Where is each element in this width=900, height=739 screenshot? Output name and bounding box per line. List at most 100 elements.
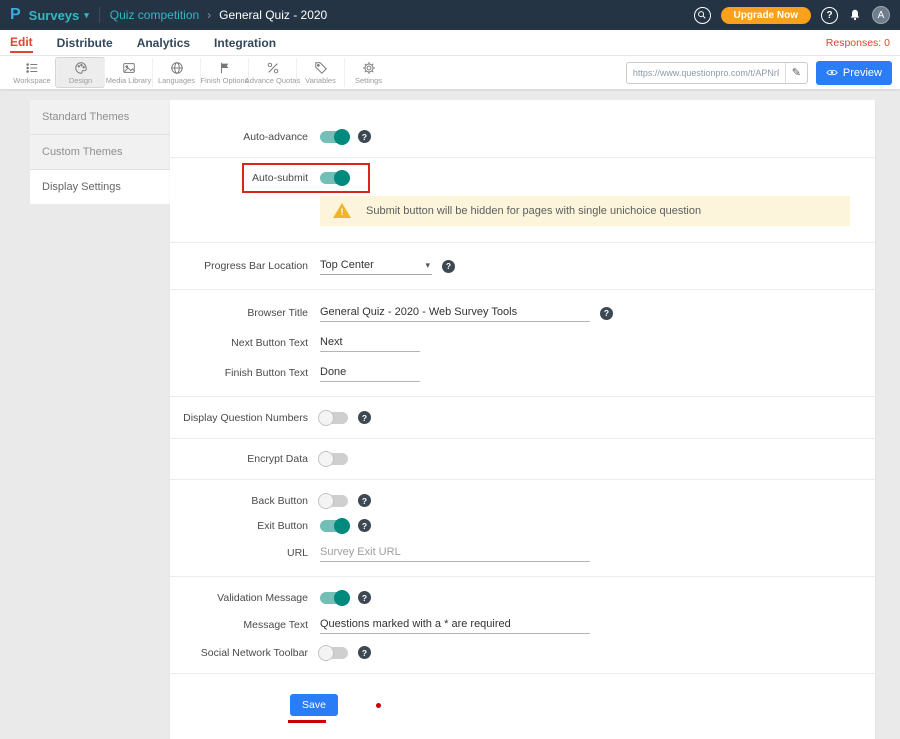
message-text-input[interactable] [320, 616, 590, 634]
toggle-knob [334, 518, 350, 534]
section-progress-bar: Progress Bar Location Top Center ▾ ? [170, 243, 875, 290]
breadcrumb-parent[interactable]: Quiz competition [110, 8, 199, 22]
exit-button-row: Exit Button ? [170, 513, 875, 538]
finish-flag-icon [218, 61, 232, 75]
back-button-toggle[interactable] [320, 495, 348, 507]
annotation-red-underline [288, 720, 326, 723]
settings-gear-icon [362, 61, 376, 75]
toolbar-label: Variables [305, 76, 336, 85]
section-auto-submit: Auto-submit ! Submit button will be hidd… [170, 158, 875, 243]
toolbar-languages[interactable]: Languages [152, 58, 200, 87]
languages-globe-icon [170, 61, 184, 75]
help-icon[interactable]: ? [358, 591, 371, 604]
help-icon[interactable]: ? [600, 307, 613, 320]
toolbar-finish-options[interactable]: Finish Options [200, 58, 248, 87]
social-toolbar-toggle[interactable] [320, 647, 348, 659]
responses-count: Responses: 0 [826, 37, 890, 49]
nav-tab-analytics[interactable]: Analytics [137, 33, 190, 52]
auto-submit-warning-banner: ! Submit button will be hidden for pages… [320, 196, 850, 226]
questionpro-logo-icon: P [10, 6, 21, 24]
section-nav: Edit Distribute Analytics Integration Re… [0, 30, 900, 56]
preview-button[interactable]: Preview [816, 61, 892, 85]
nav-tab-integration[interactable]: Integration [214, 33, 276, 52]
help-icon[interactable]: ? [358, 646, 371, 659]
section-navigation-buttons: Back Button ? Exit Button ? URL [170, 480, 875, 577]
help-icon[interactable]: ? [358, 130, 371, 143]
toolbar-design[interactable]: Design [56, 58, 104, 87]
upgrade-now-button[interactable]: Upgrade Now [721, 7, 811, 24]
toolbar-advance-quotas[interactable]: Advance Quotas [248, 58, 296, 87]
browser-title-input[interactable] [320, 304, 590, 322]
auto-submit-row: Auto-submit [170, 166, 875, 190]
validation-message-toggle[interactable] [320, 592, 348, 604]
display-question-numbers-toggle[interactable] [320, 412, 348, 424]
auto-advance-label: Auto-advance [170, 131, 320, 143]
validation-message-row: Validation Message ? [170, 585, 875, 610]
user-avatar[interactable]: A [872, 6, 890, 24]
media-image-icon [122, 61, 136, 75]
nav-tab-distribute[interactable]: Distribute [57, 33, 113, 52]
annotation-red-dot [376, 703, 381, 708]
search-icon[interactable] [694, 7, 711, 24]
eye-icon [826, 68, 838, 77]
toolbar-settings[interactable]: Settings [344, 58, 392, 87]
help-icon[interactable]: ? [358, 519, 371, 532]
chevron-down-icon: ▾ [84, 10, 89, 21]
help-icon[interactable]: ? [358, 411, 371, 424]
topbar: P Surveys ▾ Quiz competition › General Q… [0, 0, 900, 30]
toolbar-variables[interactable]: Variables [296, 58, 344, 87]
progress-bar-row: Progress Bar Location Top Center ▾ ? [170, 251, 875, 281]
display-question-numbers-label: Display Question Numbers [170, 412, 320, 424]
browser-title-label: Browser Title [170, 307, 320, 319]
toolbar-media-library[interactable]: Media Library [104, 58, 152, 87]
exit-url-row: URL [170, 538, 875, 568]
help-circle-icon[interactable]: ? [821, 7, 838, 24]
sidebar-item-standard-themes[interactable]: Standard Themes [30, 100, 170, 135]
social-toolbar-label: Social Network Toolbar [170, 647, 320, 659]
finish-button-text-input[interactable] [320, 364, 420, 382]
notifications-bell-icon[interactable] [848, 8, 862, 22]
toolbar-label: Settings [355, 76, 382, 85]
help-icon[interactable]: ? [358, 494, 371, 507]
auto-submit-toggle[interactable] [320, 172, 348, 184]
toolbar-label: Media Library [106, 76, 151, 85]
next-button-text-input[interactable] [320, 334, 420, 352]
quotas-percent-icon [266, 61, 280, 75]
encrypt-data-row: Encrypt Data [170, 447, 875, 471]
section-question-numbers: Display Question Numbers ? [170, 397, 875, 439]
toolbar-workspace[interactable]: Workspace [8, 58, 56, 87]
sidebar-item-display-settings[interactable]: Display Settings [30, 170, 170, 204]
save-row: Save [170, 682, 875, 718]
back-button-row: Back Button ? [170, 488, 875, 513]
variables-tag-icon [314, 61, 328, 75]
select-value: Top Center [320, 259, 374, 271]
edit-url-pencil-icon[interactable]: ✎ [785, 62, 807, 84]
help-icon[interactable]: ? [442, 260, 455, 273]
topbar-actions: Upgrade Now ? A [694, 6, 890, 24]
section-encrypt: Encrypt Data [170, 439, 875, 480]
progress-bar-location-select[interactable]: Top Center ▾ [320, 257, 432, 275]
topbar-divider [99, 7, 100, 23]
auto-advance-toggle[interactable] [320, 131, 348, 143]
toggle-knob [334, 129, 350, 145]
toolbar-label: Finish Options [201, 76, 249, 85]
exit-button-toggle[interactable] [320, 520, 348, 532]
exit-url-input[interactable] [320, 544, 590, 562]
toolbar-label: Workspace [13, 76, 50, 85]
preview-label: Preview [843, 67, 882, 79]
exit-button-label: Exit Button [170, 520, 320, 532]
display-settings-panel: Auto-advance ? Auto-submit ! Submit butt… [170, 100, 875, 739]
toolbar-label: Languages [158, 76, 195, 85]
finish-button-text-label: Finish Button Text [170, 367, 320, 379]
nav-tab-edit[interactable]: Edit [10, 32, 33, 53]
encrypt-data-toggle[interactable] [320, 453, 348, 465]
toolbar-right: ✎ Preview [626, 61, 892, 85]
back-button-label: Back Button [170, 495, 320, 507]
sidebar-item-custom-themes[interactable]: Custom Themes [30, 135, 170, 170]
section-auto-advance: Auto-advance ? [170, 116, 875, 158]
survey-url-input[interactable] [627, 68, 785, 78]
workspace-list-icon [25, 61, 39, 75]
save-button[interactable]: Save [290, 694, 338, 716]
auto-submit-label: Auto-submit [170, 172, 320, 184]
surveys-menu[interactable]: Surveys ▾ [29, 8, 89, 23]
